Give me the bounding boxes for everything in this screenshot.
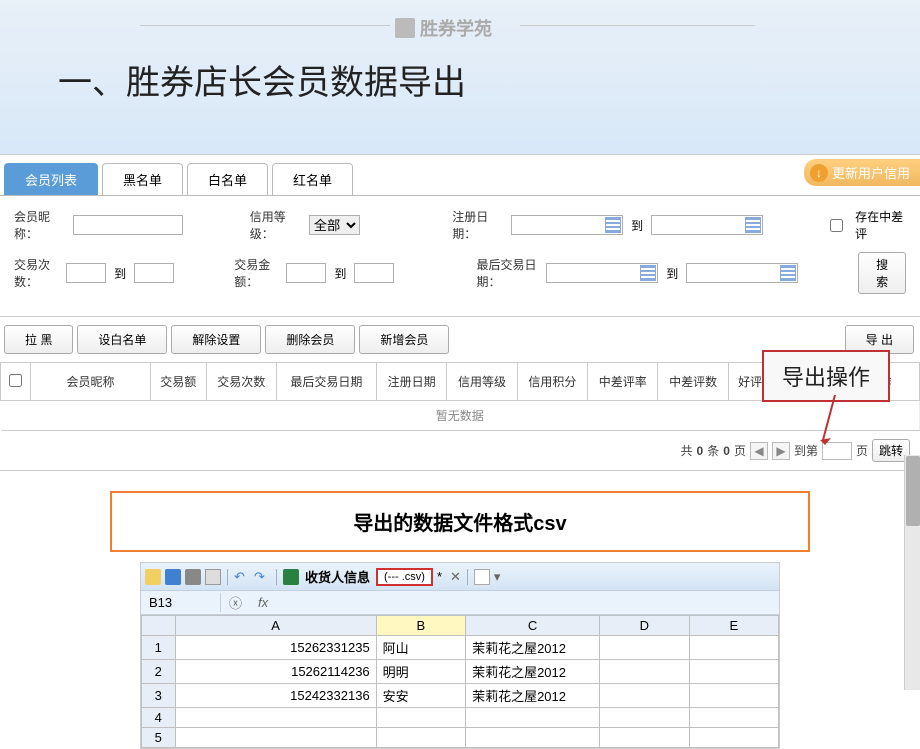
- update-credit-button[interactable]: ↓ 更新用户信用: [804, 159, 920, 186]
- page-count: 0: [723, 444, 730, 458]
- save-icon[interactable]: [165, 569, 181, 585]
- trade-count-to[interactable]: [134, 263, 174, 283]
- page-title: 一、胜券店长会员数据导出: [58, 55, 466, 104]
- total-count: 0: [697, 444, 704, 458]
- credit-level-select[interactable]: 全部: [309, 215, 360, 235]
- calendar-icon[interactable]: [640, 265, 656, 281]
- dropdown-icon[interactable]: ▾: [494, 569, 501, 585]
- col-points: 信用积分: [517, 363, 587, 401]
- nickname-input[interactable]: [73, 215, 183, 235]
- calendar-icon[interactable]: [605, 217, 621, 233]
- cell-reference[interactable]: B13: [141, 593, 221, 612]
- total-mid: 条: [707, 442, 719, 459]
- fx-icon[interactable]: fx: [250, 593, 276, 612]
- no-data: 暂无数据: [1, 401, 920, 431]
- logo-label: 胜券学苑: [420, 15, 492, 41]
- blacklist-button[interactable]: 拉 黑: [4, 325, 73, 354]
- logo-icon: [395, 18, 415, 38]
- trade-amount-label: 交易金额：: [234, 256, 278, 290]
- col-badcount: 中差评数: [658, 363, 728, 401]
- to-label: 到: [666, 265, 678, 282]
- col-credit: 信用等级: [447, 363, 517, 401]
- close-icon[interactable]: ✕: [450, 569, 461, 585]
- arrow-icon: [820, 395, 850, 450]
- trade-amount-to[interactable]: [354, 263, 394, 283]
- tab-bar: 会员列表 黑名单 白名单 红名单 ↓ 更新用户信用: [0, 155, 920, 196]
- download-icon: ↓: [810, 164, 828, 182]
- pagination: 共 0 条 0 页 ◀ ▶ 到第 页 跳转: [0, 431, 920, 471]
- col-nickname: 会员昵称: [31, 363, 151, 401]
- trade-amount-from[interactable]: [286, 263, 326, 283]
- delete-button[interactable]: 删除会员: [265, 325, 355, 354]
- col-header-c[interactable]: C: [466, 616, 600, 636]
- col-count: 交易次数: [206, 363, 276, 401]
- tab-blacklist[interactable]: 黑名单: [102, 163, 183, 195]
- total-suffix: 页: [734, 442, 746, 459]
- col-amount: 交易额: [151, 363, 207, 401]
- total-prefix: 共: [681, 442, 693, 459]
- col-header-e[interactable]: E: [689, 616, 778, 636]
- trade-count-label: 交易次数：: [14, 256, 58, 290]
- tab-redlist[interactable]: 红名单: [272, 163, 353, 195]
- exists-bad-checkbox[interactable]: [830, 219, 843, 232]
- excel-toolbar: ↶ ↷ 收货人信息 (--- .csv) * ✕ ▾: [141, 563, 779, 591]
- new-icon[interactable]: [474, 569, 490, 585]
- divider: [140, 25, 390, 26]
- goto-label: 到第: [794, 442, 818, 459]
- next-page-button[interactable]: ▶: [772, 442, 790, 460]
- exists-bad-label: 存在中差评: [855, 208, 906, 242]
- filter-panel: 会员昵称： 信用等级： 全部 注册日期： 到 存在中差评 交易次数： 到 交易金…: [0, 196, 920, 317]
- to-label: 到: [334, 265, 346, 282]
- print-icon[interactable]: [185, 569, 201, 585]
- select-all-checkbox[interactable]: [9, 374, 22, 387]
- credit-level-label: 信用等级：: [250, 208, 301, 242]
- formula-bar: B13 ⓧ fx: [141, 591, 779, 615]
- search-button[interactable]: 搜索: [858, 252, 906, 294]
- modified-icon: *: [437, 569, 442, 584]
- prev-page-button[interactable]: ◀: [750, 442, 768, 460]
- col-header-d[interactable]: D: [600, 616, 689, 636]
- col-badrate: 中差评率: [588, 363, 658, 401]
- app-header: 胜券学苑 一、胜券店长会员数据导出: [0, 0, 920, 155]
- file-label: 收货人信息: [305, 567, 370, 586]
- to-label: 到: [631, 217, 643, 234]
- add-button[interactable]: 新增会员: [359, 325, 449, 354]
- col-header-a[interactable]: A: [175, 616, 376, 636]
- excel-icon: [283, 569, 299, 585]
- col-lastdate: 最后交易日期: [276, 363, 376, 401]
- reset-button[interactable]: 解除设置: [171, 325, 261, 354]
- calendar-icon[interactable]: [780, 265, 796, 281]
- tab-members[interactable]: 会员列表: [4, 163, 98, 195]
- reg-date-label: 注册日期：: [452, 208, 503, 242]
- calendar-icon[interactable]: [745, 217, 761, 233]
- tab-whitelist[interactable]: 白名单: [187, 163, 268, 195]
- logo: 胜券学苑: [395, 15, 492, 41]
- cancel-icon[interactable]: ⓧ: [221, 591, 250, 614]
- callout-csv: 导出的数据文件格式csv: [110, 491, 810, 552]
- whitelist-button[interactable]: 设白名单: [77, 325, 167, 354]
- open-icon[interactable]: [145, 569, 161, 585]
- undo-icon[interactable]: ↶: [234, 569, 250, 585]
- content-area: 会员列表 黑名单 白名单 红名单 ↓ 更新用户信用 导出操作 会员昵称： 信用等…: [0, 155, 920, 749]
- nickname-label: 会员昵称：: [14, 208, 65, 242]
- scrollbar[interactable]: [904, 455, 920, 690]
- trade-count-from[interactable]: [66, 263, 106, 283]
- excel-preview: ↶ ↷ 收货人信息 (--- .csv) * ✕ ▾ B13 ⓧ fx A B …: [140, 562, 780, 749]
- update-credit-label: 更新用户信用: [832, 163, 910, 182]
- csv-filename: (--- .csv): [376, 568, 433, 586]
- col-header-b[interactable]: B: [376, 616, 465, 636]
- scroll-thumb[interactable]: [906, 456, 920, 526]
- to-label: 到: [114, 265, 126, 282]
- preview-icon[interactable]: [205, 569, 221, 585]
- page-suffix: 页: [856, 442, 868, 459]
- excel-grid[interactable]: A B C D E 115262331235阿山茉莉花之屋2012 215262…: [141, 615, 779, 748]
- divider: [520, 25, 755, 26]
- redo-icon[interactable]: ↷: [254, 569, 270, 585]
- col-regdate: 注册日期: [376, 363, 446, 401]
- last-trade-label: 最后交易日期：: [476, 256, 538, 290]
